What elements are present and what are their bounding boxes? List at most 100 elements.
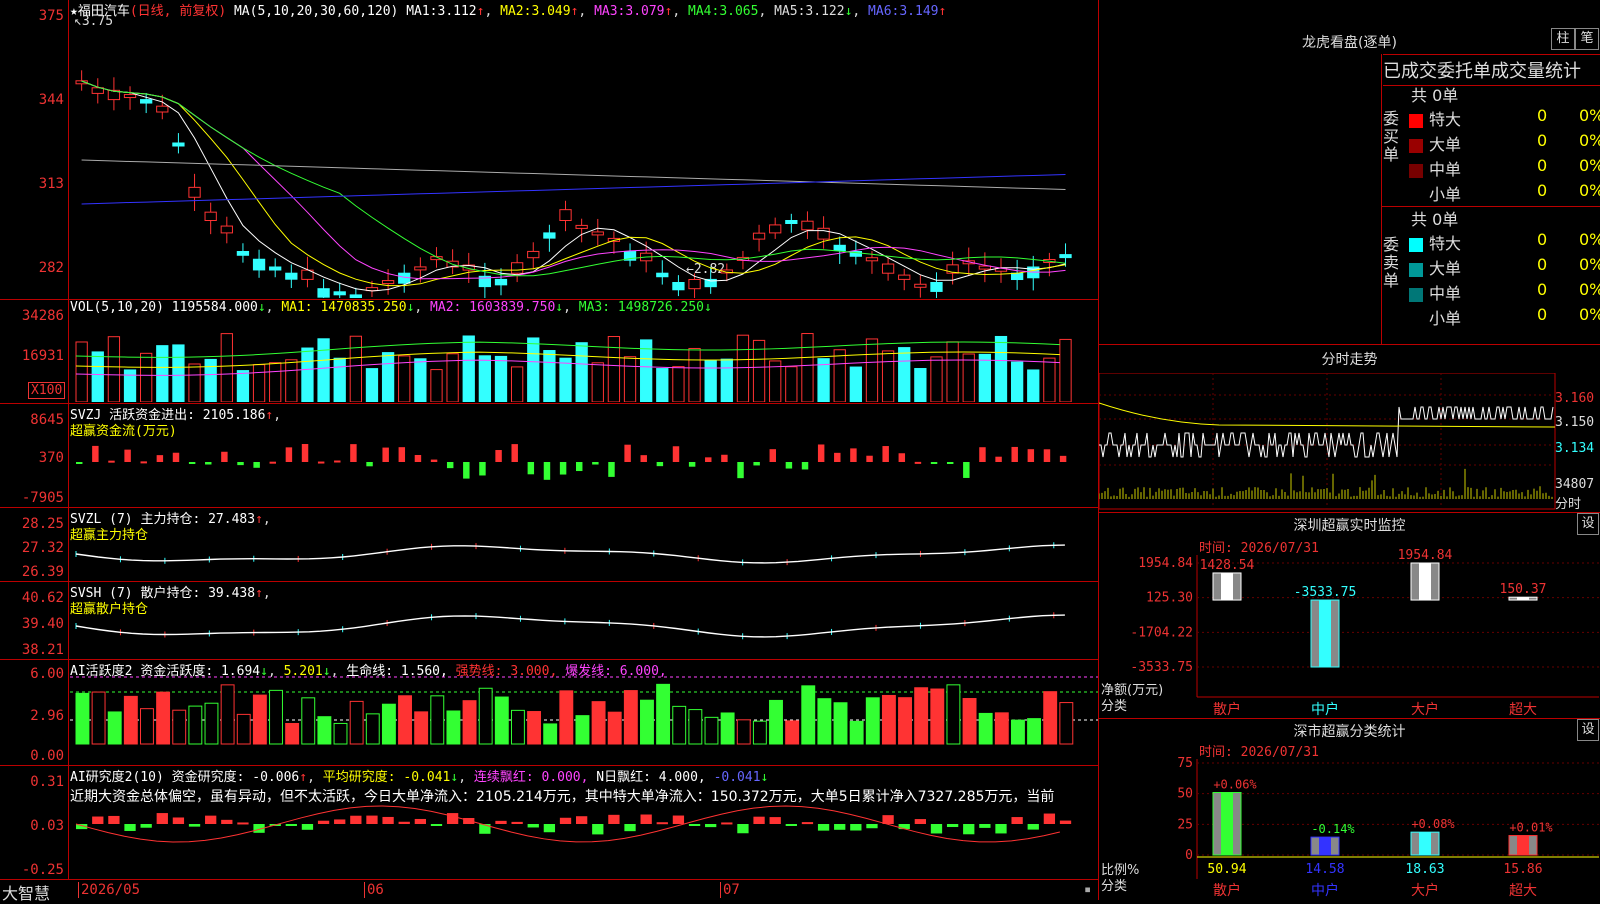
kline-chart[interactable]: [70, 20, 1098, 298]
monitor-value-label: 1428.54: [1200, 558, 1255, 573]
flow-bar: [930, 462, 938, 464]
activity-bar: [785, 720, 800, 745]
stat-ytick: 75: [1177, 756, 1193, 771]
activity-bar: [398, 695, 412, 745]
flow-bar: [463, 462, 470, 479]
research-bar: [172, 817, 185, 824]
kline-panel[interactable]: 375 344 313 282 ★福田汽车(日线, 前复权) MA(5,10,2…: [0, 0, 1098, 300]
stat-panel[interactable]: 深市超赢分类统计 设 时间: 2026/07/31 比例% 分类 75 50 25 0…: [1099, 719, 1600, 900]
svsh-ytick-0: 40.62: [21, 590, 64, 606]
monitor-settings-button[interactable]: 设: [1577, 513, 1599, 535]
kline-candle: [559, 209, 572, 221]
research-bar: [140, 824, 152, 828]
kline-candle: [930, 282, 943, 292]
svzj-ytick-0: 8645: [30, 412, 64, 428]
research-bar: [124, 824, 136, 831]
lock-icon[interactable]: ▪: [1084, 882, 1091, 896]
activity-bar: [188, 705, 203, 745]
research-bar: [334, 819, 346, 824]
activity-bar: [607, 711, 622, 745]
svsh-ytick-2: 38.21: [21, 642, 64, 658]
kline-ytick-2: 313: [38, 176, 64, 192]
monitor-chart[interactable]: 1954.84 125.30 -1704.22 -3533.75 1428.54 散户 -3…: [1099, 549, 1599, 719]
ai2-chart[interactable]: [70, 802, 1098, 878]
volume-bar: [930, 356, 943, 402]
svzj-chart[interactable]: [70, 424, 1098, 506]
tick-view-button[interactable]: 笔: [1575, 28, 1599, 50]
column-view-button[interactable]: 柱: [1551, 28, 1575, 50]
kline-y-axis: [68, 0, 69, 299]
volume-bar: [204, 358, 217, 402]
activity-bar: [881, 694, 896, 745]
flow-bar: [140, 461, 147, 464]
activity-bar: [656, 683, 671, 745]
stat-ytick: 50: [1177, 787, 1193, 802]
activity-bar: [1043, 691, 1058, 745]
activity-bar: [817, 698, 832, 745]
flow-bar: [817, 444, 825, 462]
fenshi-panel[interactable]: 分时走势 3.160 3.150 3.134 34807 分时: [1099, 345, 1600, 513]
kline-candle: [898, 274, 911, 280]
research-bar: [1043, 813, 1056, 824]
volume-bar: [1027, 369, 1040, 402]
stat-change-label: -0.14%: [1311, 822, 1355, 836]
kline-candle: [381, 280, 395, 285]
vol-panel[interactable]: 34286 16931 X100 VOL(5,10,20) 1195584.00…: [0, 300, 1098, 404]
volume-bar: [188, 363, 201, 402]
research-bar: [592, 824, 604, 835]
ai1-chart[interactable]: [70, 674, 1098, 764]
volume-chart[interactable]: [70, 316, 1098, 402]
vol-unit: X100: [28, 382, 66, 399]
svzl-panel[interactable]: 28.25 27.32 26.39 SVZL (7) 主力持仓: 27.483↑…: [0, 508, 1098, 582]
svzj-panel[interactable]: 8645 370 -7905 SVZJ 活跃资金进出: 2105.186↑, 超…: [0, 404, 1098, 508]
kline-candle: [285, 272, 298, 280]
volume-bar: [736, 334, 750, 402]
kline-candle: [591, 231, 604, 236]
flow-bar: [769, 449, 776, 462]
kline-header: ★福田汽车(日线, 前复权) MA(5,10,20,30,60,120) MA1…: [70, 4, 947, 19]
flow-bar: [269, 461, 276, 464]
kline-candle: [527, 250, 540, 259]
activity-bar: [414, 711, 429, 745]
svzl-chart[interactable]: [70, 526, 1098, 580]
volume-bar: [607, 336, 621, 402]
activity-bar: [527, 711, 542, 745]
kline-candle: [220, 225, 233, 234]
kline-candle: [123, 94, 137, 99]
research-bar: [705, 824, 717, 828]
ai1-panel[interactable]: 6.00 2.96 0.00 AI活跃度2 资金活跃度: 1.694↓, 5.2…: [0, 660, 1098, 766]
research-bar: [205, 815, 217, 824]
monitor-ytick: 1954.84: [1138, 556, 1193, 571]
flow-bar: [995, 456, 1002, 462]
activity-bar: [204, 702, 219, 745]
buy-row-1: 大单00%: [1409, 131, 1600, 155]
volume-bar: [317, 338, 330, 402]
kline-candle: [801, 220, 814, 231]
volume-bar: [656, 368, 669, 402]
flow-bar: [705, 457, 712, 462]
monitor-panel[interactable]: 深圳超赢实时监控 设 时间: 2026/07/31 净额(万元) 分类 1954…: [1099, 513, 1600, 719]
volume-bar: [107, 336, 121, 402]
flow-bar: [92, 445, 99, 462]
activity-bar: [1010, 719, 1025, 745]
ma-line-3: [81, 80, 1066, 280]
ai2-panel[interactable]: 0.31 0.03 -0.25 AI研究度2(10) 资金研究度: -0.006…: [0, 766, 1098, 880]
volume-bar: [269, 362, 282, 402]
stat-chart[interactable]: 75 50 25 0 +0.06% 50.94 散户 -0.14% 14.58 中户 +0.08% 1…: [1099, 753, 1599, 899]
kline-candle: [269, 266, 282, 271]
monitor-title: 深圳超赢实时监控: [1293, 518, 1406, 534]
monitor-bar-highlight: [1221, 572, 1233, 601]
svsh-chart[interactable]: [70, 600, 1098, 658]
svsh-panel[interactable]: 40.62 39.40 38.21 SVSH (7) 散户持仓: 39.438↑…: [0, 582, 1098, 660]
monitor-bar-highlight: [1517, 597, 1529, 601]
research-bar: [608, 814, 620, 824]
flow-bar: [559, 462, 567, 475]
activity-bar: [301, 697, 316, 745]
ma-title: MA(5,10,20,30,60,120): [233, 4, 399, 19]
fenshi-chart[interactable]: [1099, 373, 1565, 511]
activity-bar: [269, 689, 283, 745]
kline-candle: [156, 105, 169, 113]
stat-settings-button[interactable]: 设: [1577, 719, 1599, 741]
ai1-ytick-2: 0.00: [30, 748, 64, 764]
flow-bar: [285, 447, 293, 462]
